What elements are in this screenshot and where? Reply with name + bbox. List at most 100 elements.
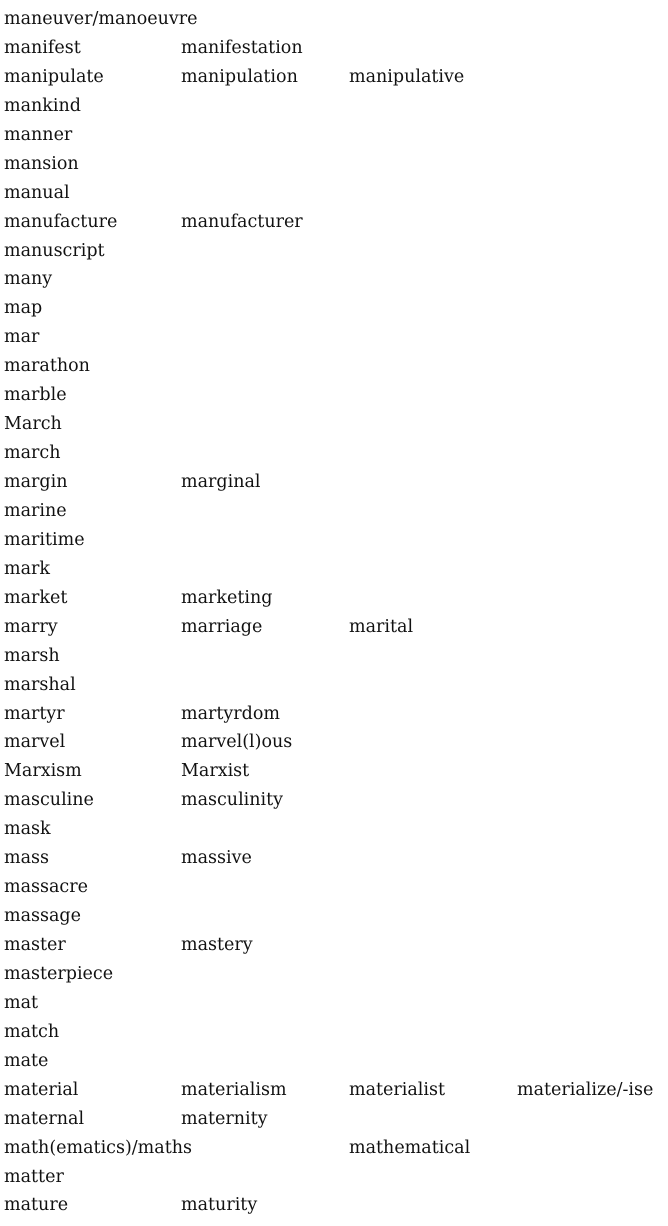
headword: marble [4,385,67,406]
headword: massage [4,906,81,927]
headword: maternal [4,1108,85,1129]
word-list: maneuver/manoeuvre manifest manifestation m… [4,5,668,1220]
word-row: material materialism materialist materializ… [4,1076,668,1105]
headword: mankind [4,95,81,116]
headword: mat [4,992,39,1013]
word-row: mature maturity [4,1191,668,1220]
headword: marvel [4,732,66,753]
derived-word: Marxist [181,761,250,782]
word-row: market marketing [4,584,668,613]
word-row: mark [4,555,668,584]
word-row: marble [4,381,668,410]
word-row: maternal maternity [4,1105,668,1134]
derived-word: marketing [181,587,273,608]
word-row: masculine masculinity [4,786,668,815]
headword: many [4,269,53,290]
word-row: math(ematics)/maths mathematical [4,1134,668,1163]
derived-word: marriage [181,616,263,637]
word-row: matter [4,1163,668,1192]
headword: manufacture [4,211,118,232]
headword: marshal [4,674,76,695]
headword: material [4,1079,79,1100]
word-row: masterpiece [4,960,668,989]
headword: mask [4,819,51,840]
headword: margin [4,472,68,492]
word-row: massacre [4,873,668,902]
headword: math(ematics)/maths [4,1137,192,1158]
headword: mansion [4,153,79,174]
derived-word: marital [349,616,414,637]
headword: marry [4,616,58,637]
word-row: marsh [4,642,668,671]
headword: matter [4,1166,64,1187]
headword: mate [4,1050,49,1071]
word-row: margin marginal [4,468,668,497]
headword: maritime [4,529,85,550]
word-row: manipulate manipulation manipulative [4,63,668,92]
word-row: marathon [4,352,668,381]
word-row: marine [4,497,668,526]
derived-word: manufacturer [181,211,303,232]
word-row: mankind [4,92,668,121]
word-row: mansion [4,150,668,179]
word-row: master mastery [4,931,668,960]
headword: master [4,935,66,955]
headword: manner [4,124,73,145]
headword: March [4,414,62,435]
derived-word: mastery [181,935,253,955]
word-row: marry marriage marital [4,613,668,642]
headword: manifest [4,37,81,58]
headword: match [4,1021,60,1042]
word-row: mar [4,323,668,352]
derived-word: manipulative [349,66,465,87]
word-row: mate [4,1047,668,1076]
word-row: march [4,439,668,468]
derived-word: masculinity [181,790,284,811]
headword: market [4,587,68,608]
word-row: manual [4,179,668,208]
word-row: martyr martyrdom [4,700,668,729]
derived-word: materialist [349,1079,446,1100]
word-row: many [4,265,668,294]
headword: manual [4,182,70,203]
headword: march [4,443,61,464]
headword: mature [4,1195,69,1216]
word-row: mask [4,815,668,844]
word-row: manuscript [4,237,668,266]
word-row: March [4,410,668,439]
word-row: Marxism Marxist [4,757,668,786]
derived-word: materialize/-ise [517,1079,654,1100]
headword: marine [4,500,67,521]
word-row: mat [4,989,668,1018]
derived-word: manipulation [181,66,298,87]
headword: mar [4,327,40,348]
headword: masterpiece [4,963,114,984]
derived-word: massive [181,848,252,869]
headword: masculine [4,790,94,811]
word-row: manner [4,121,668,150]
derived-word: maternity [181,1108,268,1129]
derived-word: maturity [181,1195,258,1216]
headword: mass [4,848,49,869]
derived-word: materialism [181,1079,287,1100]
headword: marathon [4,356,90,377]
derived-word: mathematical [349,1137,471,1158]
headword: marsh [4,645,60,666]
word-row: match [4,1018,668,1047]
word-row: maritime [4,526,668,555]
headword: Marxism [4,761,82,782]
derived-word: manifestation [181,37,303,58]
word-row: manufacture manufacturer [4,208,668,237]
word-row: manifest manifestation [4,34,668,63]
headword: map [4,298,43,319]
derived-word: marginal [181,472,261,492]
headword: mark [4,558,50,579]
headword: manipulate [4,66,104,87]
derived-word: martyrdom [181,703,281,724]
headword: martyr [4,703,65,724]
derived-word: marvel(l)ous [181,732,293,753]
headword: massacre [4,877,88,898]
word-row: mass massive [4,844,668,873]
word-row: maneuver/manoeuvre [4,5,668,34]
word-row: map [4,294,668,323]
